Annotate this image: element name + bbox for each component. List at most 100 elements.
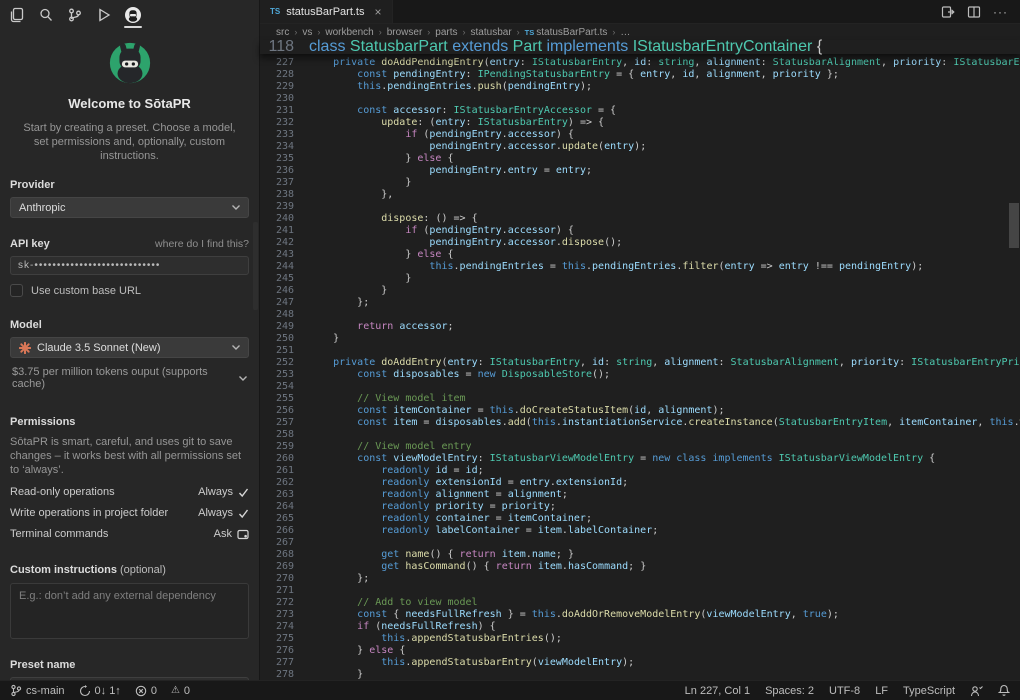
code-line[interactable]: 275 this.appendStatusbarEntries();: [260, 633, 1020, 645]
code-line[interactable]: 249 return accessor;: [260, 321, 1020, 333]
code-line[interactable]: 118class StatusbarPart extends Part impl…: [260, 41, 1020, 53]
breadcrumb-item[interactable]: workbench: [325, 27, 373, 38]
search-icon[interactable]: [35, 3, 57, 27]
code-line[interactable]: 278 }: [260, 669, 1020, 680]
code-line[interactable]: 267: [260, 537, 1020, 549]
code-line[interactable]: 251: [260, 345, 1020, 357]
code-line[interactable]: 274 if (needsFullRefresh) {: [260, 621, 1020, 633]
preset-name-input[interactable]: Claude 3.5 Sonnet (New): [10, 677, 249, 680]
warnings-indicator[interactable]: ⚠ 0: [171, 685, 190, 697]
split-editor-icon[interactable]: [967, 5, 981, 19]
breadcrumb-item[interactable]: …: [620, 27, 630, 38]
eol-indicator[interactable]: LF: [875, 685, 888, 697]
code-line[interactable]: 253 const disposables = new DisposableSt…: [260, 369, 1020, 381]
code-line[interactable]: 233 if (pendingEntry.accessor) {: [260, 129, 1020, 141]
code-line[interactable]: 270 };: [260, 573, 1020, 585]
code-line[interactable]: 232 update: (entry: IStatusbarEntry) => …: [260, 117, 1020, 129]
permission-row-write[interactable]: Write operations in project folder Alway…: [10, 507, 249, 519]
base-url-checkbox-row[interactable]: Use custom base URL: [10, 284, 249, 297]
editor-scrollbar[interactable]: [1009, 203, 1019, 248]
provider-select[interactable]: Anthropic: [10, 197, 249, 218]
code-line[interactable]: 244 this.pendingEntries = this.pendingEn…: [260, 261, 1020, 273]
code-line[interactable]: 262 readonly extensionId = entry.extensi…: [260, 477, 1020, 489]
code-line[interactable]: 276 } else {: [260, 645, 1020, 657]
welcome-title: Welcome to SōtaPR: [10, 96, 249, 111]
code-line[interactable]: 252 private doAddEntry(entry: IStatusbar…: [260, 357, 1020, 369]
code-line[interactable]: 247 };: [260, 297, 1020, 309]
code-line[interactable]: 257 const item = disposables.add(this.in…: [260, 417, 1020, 429]
code-line[interactable]: 260 const viewModelEntry: IStatusbarView…: [260, 453, 1020, 465]
code-line[interactable]: 227 private doAddPendingEntry(entry: ISt…: [260, 57, 1020, 69]
breadcrumb-item[interactable]: TSstatusBarPart.ts: [525, 27, 608, 38]
code-line[interactable]: 237 }: [260, 177, 1020, 189]
close-icon[interactable]: ×: [375, 5, 382, 19]
model-select[interactable]: Claude 3.5 Sonnet (New): [10, 337, 249, 358]
cursor-position[interactable]: Ln 227, Col 1: [685, 685, 750, 697]
code-line[interactable]: 255 // View model item: [260, 393, 1020, 405]
code-line[interactable]: 265 readonly container = itemContainer;: [260, 513, 1020, 525]
more-actions-icon[interactable]: ···: [993, 5, 1008, 19]
code-line[interactable]: 250 }: [260, 333, 1020, 345]
errors-indicator[interactable]: 0: [135, 685, 157, 697]
code-line[interactable]: 246 }: [260, 285, 1020, 297]
code-line[interactable]: 266 readonly labelContainer = item.label…: [260, 525, 1020, 537]
code-line[interactable]: 241 if (pendingEntry.accessor) {: [260, 225, 1020, 237]
indentation-indicator[interactable]: Spaces: 2: [765, 685, 814, 697]
breadcrumb-item[interactable]: src: [276, 27, 289, 38]
model-price-row[interactable]: $3.75 per million tokens ouput (supports…: [10, 366, 249, 390]
debug-icon[interactable]: [93, 3, 115, 27]
code-line[interactable]: 277 this.appendStatusbarEntry(viewModelE…: [260, 657, 1020, 669]
breadcrumb-item[interactable]: parts: [435, 27, 457, 38]
custom-instructions-textarea[interactable]: E.g.: don’t add any external dependency: [10, 583, 249, 639]
open-changes-icon[interactable]: [941, 5, 955, 19]
code-line[interactable]: 256 const itemContainer = this.doCreateS…: [260, 405, 1020, 417]
code-line[interactable]: 231 const accessor: IStatusbarEntryAcces…: [260, 105, 1020, 117]
breadcrumb-item[interactable]: browser: [387, 27, 423, 38]
sticky-scroll-line[interactable]: 118class StatusbarPart extends Part impl…: [260, 40, 1020, 54]
encoding-indicator[interactable]: UTF-8: [829, 685, 860, 697]
code-line[interactable]: 245 }: [260, 273, 1020, 285]
code-line[interactable]: 261 readonly id = id;: [260, 465, 1020, 477]
code-line[interactable]: 248: [260, 309, 1020, 321]
code-line[interactable]: 258: [260, 429, 1020, 441]
code-line[interactable]: 269 get hasCommand() { return item.hasCo…: [260, 561, 1020, 573]
code-line[interactable]: 239: [260, 201, 1020, 213]
code-line[interactable]: 243 } else {: [260, 249, 1020, 261]
sidebar-scrollbar[interactable]: [253, 222, 258, 310]
breadcrumb-item[interactable]: statusbar: [471, 27, 512, 38]
code-line[interactable]: 272 // Add to view model: [260, 597, 1020, 609]
tab-statusbarpart[interactable]: TS statusBarPart.ts ×: [260, 0, 393, 23]
code-line[interactable]: 236 pendingEntry.entry = entry;: [260, 165, 1020, 177]
code-line[interactable]: 240 dispose: () => {: [260, 213, 1020, 225]
code-line[interactable]: 230: [260, 93, 1020, 105]
code-line[interactable]: 259 // View model entry: [260, 441, 1020, 453]
code-line[interactable]: 238 },: [260, 189, 1020, 201]
language-indicator[interactable]: TypeScript: [903, 685, 955, 697]
code-area[interactable]: 227 private doAddPendingEntry(entry: ISt…: [260, 57, 1020, 680]
chevron-down-icon: [239, 376, 247, 381]
code-line[interactable]: 264 readonly priority = priority;: [260, 501, 1020, 513]
feedback-icon[interactable]: [970, 685, 983, 697]
api-key-help-link[interactable]: where do I find this?: [155, 238, 249, 250]
source-control-icon[interactable]: [64, 3, 86, 27]
checkbox-icon[interactable]: [10, 284, 23, 297]
code-line[interactable]: 229 this.pendingEntries.push(pendingEntr…: [260, 81, 1020, 93]
code-line[interactable]: 254: [260, 381, 1020, 393]
code-line[interactable]: 235 } else {: [260, 153, 1020, 165]
code-line[interactable]: 273 const { needsFullRefresh } = this.do…: [260, 609, 1020, 621]
notifications-bell-icon[interactable]: [998, 684, 1010, 697]
code-line[interactable]: 234 pendingEntry.accessor.update(entry);: [260, 141, 1020, 153]
sotapr-extension-icon[interactable]: [122, 3, 144, 27]
permission-row-readonly[interactable]: Read-only operations Always: [10, 486, 249, 498]
breadcrumb-item[interactable]: vs: [302, 27, 312, 38]
code-line[interactable]: 271: [260, 585, 1020, 597]
files-icon[interactable]: [6, 3, 28, 27]
code-line[interactable]: 242 pendingEntry.accessor.dispose();: [260, 237, 1020, 249]
sync-indicator[interactable]: 0↓ 1↑: [79, 685, 121, 697]
code-line[interactable]: 268 get name() { return item.name; }: [260, 549, 1020, 561]
permission-row-terminal[interactable]: Terminal commands Ask: [10, 528, 249, 540]
code-line[interactable]: 228 const pendingEntry: IPendingStatusba…: [260, 69, 1020, 81]
code-line[interactable]: 263 readonly alignment = alignment;: [260, 489, 1020, 501]
api-key-input[interactable]: sk-••••••••••••••••••••••••••••: [10, 256, 249, 275]
git-branch-indicator[interactable]: cs-main: [10, 684, 65, 697]
